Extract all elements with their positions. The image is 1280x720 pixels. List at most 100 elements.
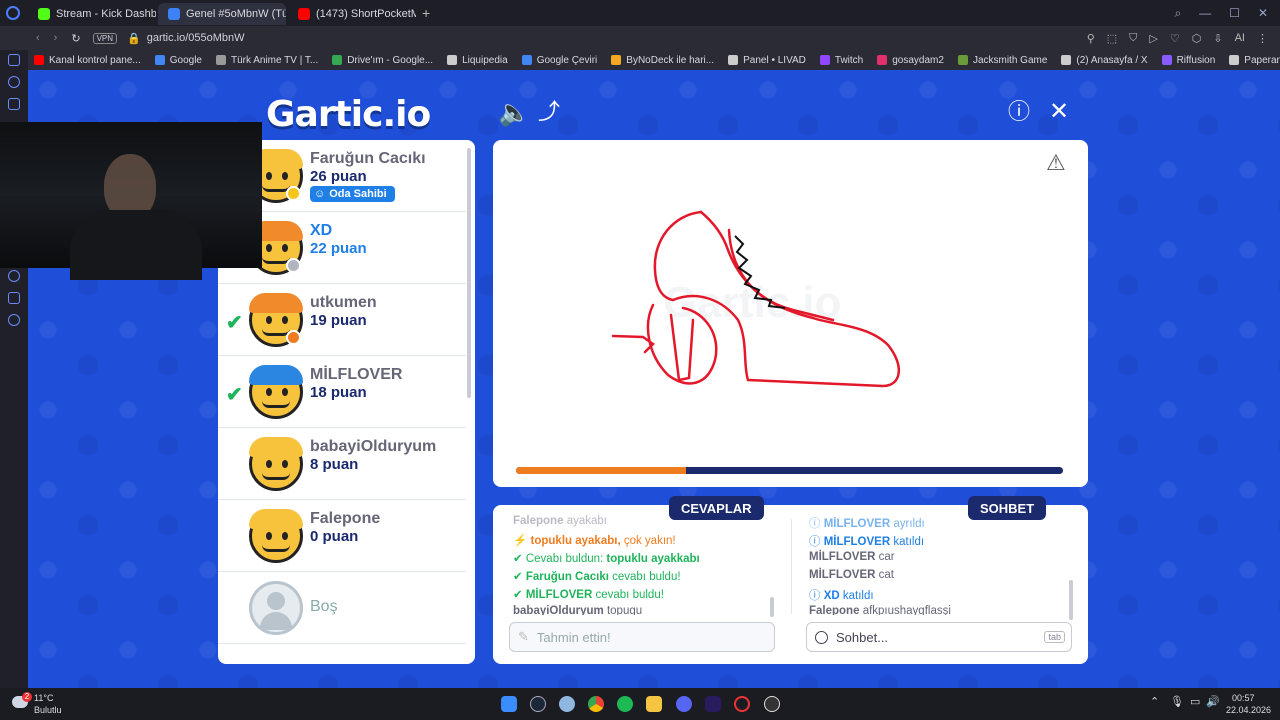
- sidebar-icon[interactable]: [8, 98, 20, 110]
- snapshot-icon[interactable]: ⬚: [1107, 32, 1117, 45]
- minimize-button[interactable]: —: [1199, 6, 1211, 21]
- message-author: Cevabı buldun:: [525, 553, 604, 565]
- bookmark-item[interactable]: (2) Anasayfa / X: [1061, 55, 1148, 66]
- sidebar-icon[interactable]: [8, 292, 20, 304]
- clock-time[interactable]: 00:57: [1232, 693, 1255, 703]
- share-icon[interactable]: ⤴: [538, 98, 560, 126]
- player-icon[interactable]: ▷: [1149, 32, 1157, 45]
- bookmark-item[interactable]: Riffusion: [1161, 54, 1216, 66]
- bookmark-item[interactable]: Kanal kontrol pane...: [34, 55, 141, 66]
- discord-icon[interactable]: [676, 696, 692, 712]
- sidebar-icon[interactable]: [8, 76, 20, 88]
- info-icon[interactable]: ⓘ: [1008, 98, 1030, 126]
- bookmark-item[interactable]: Jacksmith Game: [957, 54, 1048, 66]
- network-icon[interactable]: ▭: [1190, 695, 1200, 708]
- drawing-stroke: [669, 313, 695, 382]
- tab-hint: tab: [1044, 631, 1065, 643]
- bookmark-item[interactable]: Türk Anime TV | T...: [215, 55, 318, 66]
- volume-icon[interactable]: 🔊: [1206, 695, 1220, 708]
- answer-message: babayiOlduryum topugu: [513, 605, 642, 615]
- bookmark-item[interactable]: Google Çeviri: [521, 55, 597, 66]
- message-text: ayakabı: [566, 515, 607, 527]
- mic-icon[interactable]: 🎙: [1170, 695, 1184, 708]
- bookmark-item[interactable]: Google: [154, 55, 202, 66]
- player-row[interactable]: babayiOlduryum 8 puan: [218, 428, 466, 500]
- chat-scrollbar[interactable]: [1069, 580, 1073, 620]
- sidebar-icon[interactable]: [8, 54, 20, 66]
- tab-2[interactable]: (1473) ShortPocketMonste: [288, 3, 416, 25]
- player-list-scrollbar[interactable]: [467, 148, 471, 398]
- address-bar: ‹ › ↻ VPN 🔒 gartic.io/055oMbnW ⚲ ⬚ ⛉ ▷ ♡ ⬡ ⇩ AI…: [0, 26, 1280, 50]
- sidebar-icon[interactable]: [8, 270, 20, 282]
- chat-input[interactable]: Sohbet... tab: [806, 622, 1072, 652]
- opera-icon[interactable]: [734, 696, 750, 712]
- lock-icon: 🔒: [127, 32, 141, 45]
- chrome-icon[interactable]: [588, 696, 604, 712]
- search-icon[interactable]: ⌕: [1174, 6, 1181, 21]
- back-icon[interactable]: ‹: [36, 32, 40, 44]
- bookmark-label: Liquipedia: [462, 54, 508, 66]
- settings-icon[interactable]: [8, 314, 20, 326]
- bookmark-label: Riffusion: [1176, 54, 1216, 66]
- vpn-badge[interactable]: VPN: [92, 32, 118, 44]
- maximize-button[interactable]: ☐: [1229, 6, 1240, 21]
- player-row[interactable]: Falepone 0 puan: [218, 500, 466, 572]
- answers-scrollbar[interactable]: [770, 597, 774, 617]
- bookmark-item[interactable]: Twitch: [819, 54, 864, 66]
- steam-icon[interactable]: [530, 696, 546, 712]
- bookmark-item[interactable]: Paperanimator | M...: [1229, 55, 1280, 66]
- opera-logo-icon[interactable]: [6, 6, 20, 20]
- url-text[interactable]: gartic.io/055oMbnW: [147, 32, 245, 44]
- premiere-icon[interactable]: [705, 696, 721, 712]
- message-text: katıldı: [893, 536, 925, 548]
- tray-chevron-icon[interactable]: ⌃: [1150, 695, 1159, 708]
- timer-bar: [516, 467, 1063, 474]
- bookmark-item[interactable]: Drive'ım - Google...: [332, 55, 433, 66]
- menu-icon[interactable]: ⋮: [1257, 32, 1268, 45]
- player-row[interactable]: Boş: [218, 572, 466, 644]
- start-icon[interactable]: [501, 696, 517, 712]
- tab-0[interactable]: Stream - Kick Dashboard: [28, 3, 156, 25]
- reload-icon[interactable]: ↻: [71, 32, 80, 45]
- spotify-icon[interactable]: [617, 696, 633, 712]
- player-row[interactable]: ✔ MİLFLOVER 18 puan: [218, 356, 466, 428]
- bookmark-item[interactable]: ByNoDeck ile hari...: [611, 55, 714, 66]
- player-row[interactable]: ✔ utkumen 19 puan: [218, 284, 466, 356]
- heart-icon[interactable]: ♡: [1170, 32, 1180, 45]
- clock-date[interactable]: 22.04.2026: [1226, 705, 1271, 715]
- info-icon: ⓘ: [809, 590, 821, 602]
- tab-favicon-icon: [168, 8, 180, 20]
- bookmark-item[interactable]: Liquipedia: [447, 55, 508, 66]
- bookmark-label: Jacksmith Game: [972, 54, 1048, 66]
- answers-log: Falepone ayakabı ⚡ topuklu ayakabı, çok y…: [513, 515, 783, 615]
- answer-input-placeholder: Tahmin ettin!: [536, 629, 611, 645]
- owner-badge-icon: ☺: [314, 188, 326, 200]
- downloads-icon[interactable]: ⇩: [1213, 32, 1222, 45]
- tab-label: Stream - Kick Dashboard: [56, 8, 156, 20]
- extensions-icon[interactable]: ⬡: [1192, 32, 1202, 45]
- forward-icon[interactable]: ›: [54, 32, 58, 44]
- tab-1[interactable]: Genel #5oMbnW (Türkçe): [158, 3, 286, 25]
- sound-icon[interactable]: 🔈: [498, 98, 530, 126]
- answer-input[interactable]: ✎ Tahmin ettin!: [509, 622, 775, 652]
- drawing-canvas[interactable]: Gartic.io ⚠: [493, 140, 1088, 487]
- new-tab-button[interactable]: +: [422, 5, 430, 21]
- player-name: MİLFLOVER: [310, 366, 403, 383]
- close-game-icon[interactable]: ✕: [1049, 98, 1069, 126]
- message-text: cevabı buldu!: [595, 589, 664, 601]
- bookmark-item[interactable]: Panel • LIVAD: [728, 55, 806, 66]
- ai-button[interactable]: AI: [1235, 32, 1245, 45]
- message-author: MİLFLOVER: [823, 536, 891, 548]
- timer-fill: [516, 467, 686, 474]
- pin-icon[interactable]: ⚲: [1087, 32, 1095, 45]
- folder-icon[interactable]: [646, 696, 662, 712]
- app-icon[interactable]: [559, 696, 575, 712]
- shield-icon[interactable]: ⛉: [1129, 32, 1137, 45]
- weather-temp: 11°C: [34, 693, 54, 703]
- bookmark-item[interactable]: gosaydam2: [877, 55, 944, 66]
- bookmark-favicon-icon: [154, 55, 165, 65]
- obs-icon[interactable]: [764, 696, 780, 712]
- bookmark-label: Twitch: [834, 54, 864, 66]
- close-window-button[interactable]: ✕: [1258, 6, 1268, 21]
- message-text: çok yakın!: [623, 535, 676, 547]
